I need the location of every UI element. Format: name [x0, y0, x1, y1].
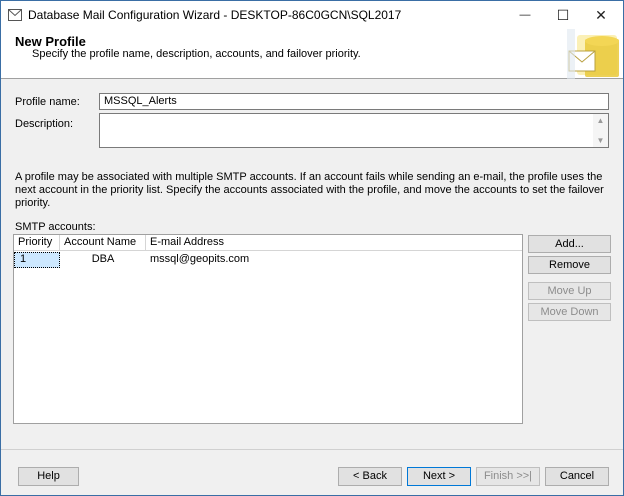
add-button[interactable]: Add... [528, 235, 611, 253]
minimize-icon: — [519, 9, 531, 21]
next-button-label: Next > [422, 470, 456, 482]
smtp-accounts-label: SMTP accounts: [15, 221, 96, 233]
scroll-down-icon[interactable]: ▼ [597, 136, 605, 145]
cancel-button[interactable]: Cancel [545, 467, 609, 486]
column-header-account-name[interactable]: Account Name [60, 235, 146, 251]
move-up-button[interactable]: Move Up [528, 282, 611, 300]
cell-account-name[interactable]: DBA [60, 252, 146, 268]
move-down-button[interactable]: Move Down [528, 303, 611, 321]
move-up-button-label: Move Up [547, 285, 592, 297]
cell-priority[interactable]: 1 [14, 252, 60, 268]
profile-name-value: MSSQL_Alerts [104, 95, 177, 107]
close-button[interactable]: ✕ [583, 1, 619, 29]
page-subtitle: Specify the profile name, description, a… [32, 48, 361, 60]
finish-button-label: Finish >>| [483, 470, 533, 482]
cell-email[interactable]: mssql@geopits.com [150, 252, 370, 268]
info-text: A profile may be associated with multipl… [15, 171, 604, 209]
help-button-label: Help [37, 470, 60, 482]
description-scrollbar[interactable]: ▲ ▼ [593, 114, 608, 147]
description-value [100, 119, 108, 123]
scroll-up-icon[interactable]: ▲ [597, 116, 605, 125]
finish-button[interactable]: Finish >>| [476, 467, 540, 486]
maximize-icon: ☐ [556, 6, 570, 23]
page-title: New Profile [15, 34, 86, 49]
database-mail-icon [8, 9, 22, 21]
mail-wizard-graphic [567, 29, 619, 79]
remove-button-label: Remove [549, 259, 590, 271]
column-header-priority[interactable]: Priority [14, 235, 60, 251]
column-header-email[interactable]: E-mail Address [146, 235, 346, 251]
wizard-header: New Profile Specify the profile name, de… [1, 29, 623, 79]
grid-header: Priority Account Name E-mail Address [14, 235, 522, 251]
next-button[interactable]: Next > [407, 467, 471, 486]
close-icon: ✕ [595, 6, 607, 23]
back-button-label: < Back [353, 470, 387, 482]
add-button-label: Add... [555, 238, 584, 250]
description-input[interactable]: ▲ ▼ [99, 113, 609, 148]
profile-name-input[interactable]: MSSQL_Alerts [99, 93, 609, 110]
cancel-button-label: Cancel [559, 470, 595, 482]
smtp-accounts-grid[interactable]: Priority Account Name E-mail Address 1 D… [13, 234, 523, 424]
profile-name-label: Profile name: [15, 96, 80, 108]
help-button[interactable]: Help [18, 467, 79, 486]
wizard-window: Database Mail Configuration Wizard - DES… [0, 0, 624, 496]
title-bar[interactable]: Database Mail Configuration Wizard - DES… [1, 1, 623, 29]
move-down-button-label: Move Down [540, 306, 599, 318]
description-label: Description: [15, 118, 74, 130]
table-row[interactable]: 1 DBA mssql@geopits.com [14, 252, 522, 268]
remove-button[interactable]: Remove [528, 256, 611, 274]
back-button[interactable]: < Back [338, 467, 402, 486]
minimize-button[interactable]: — [507, 1, 543, 29]
footer-separator [1, 449, 623, 450]
maximize-button[interactable]: ☐ [545, 1, 581, 29]
window-title: Database Mail Configuration Wizard - DES… [28, 8, 402, 22]
